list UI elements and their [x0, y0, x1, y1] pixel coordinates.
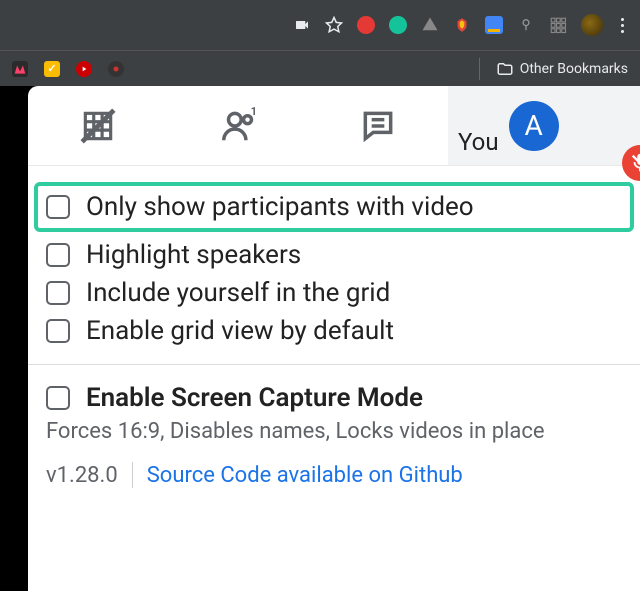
browser-toolbar [0, 0, 640, 50]
checkbox-highlight-speakers[interactable] [46, 243, 70, 267]
checkbox-only-video[interactable] [46, 195, 70, 219]
bookmark-item-2-icon[interactable]: ✓ [44, 61, 60, 77]
option-include-yourself-label: Include yourself in the grid [86, 278, 390, 308]
option-screen-capture-label: Enable Screen Capture Mode [86, 383, 423, 413]
screen-capture-desc: Forces 16:9, Disables names, Locks video… [46, 419, 622, 444]
option-highlight-speakers[interactable]: Highlight speakers [46, 236, 622, 274]
tab-chat[interactable] [308, 86, 448, 165]
extension-panel: 1 You A O [28, 86, 640, 591]
options-divider [28, 364, 640, 365]
source-code-link[interactable]: Source Code available on Github [147, 463, 463, 488]
bookmark-youtube-icon[interactable] [76, 61, 92, 77]
svg-text:1: 1 [251, 107, 257, 118]
tab-you[interactable]: You A [448, 86, 640, 165]
version-label: v1.28.0 [46, 463, 118, 488]
ext-icon-6[interactable] [485, 16, 503, 34]
checkbox-include-yourself[interactable] [46, 281, 70, 305]
camera-icon[interactable] [293, 16, 311, 34]
tab-participants[interactable]: 1 [168, 86, 308, 165]
bookmark-myntra-icon[interactable] [12, 61, 28, 77]
checkbox-enable-default[interactable] [46, 319, 70, 343]
option-highlight-speakers-label: Highlight speakers [86, 240, 301, 270]
option-only-video-label: Only show participants with video [86, 192, 474, 222]
footer-divider [132, 462, 133, 488]
avatar: A [509, 101, 559, 151]
tab-bar: 1 You A [28, 86, 640, 166]
bookmark-bar: ✓ Other Bookmarks [0, 50, 640, 86]
avatar-letter: A [524, 109, 542, 142]
you-label: You [458, 128, 499, 156]
adblock-icon[interactable] [357, 16, 375, 34]
checkbox-screen-capture[interactable] [46, 386, 70, 410]
profile-avatar-icon[interactable] [581, 14, 603, 36]
grid-icon[interactable] [549, 16, 567, 34]
other-bookmarks-label: Other Bookmarks [520, 61, 628, 77]
option-enable-default[interactable]: Enable grid view by default [46, 312, 622, 350]
tab-grid-off[interactable] [28, 86, 168, 165]
grammarly-icon[interactable] [389, 16, 407, 34]
ext-icon-7[interactable] [517, 16, 535, 34]
bookmark-divider [479, 58, 480, 80]
panel-footer: v1.28.0 Source Code available on Github [46, 462, 622, 488]
option-only-video[interactable]: Only show participants with video [34, 182, 634, 232]
other-bookmarks-button[interactable]: Other Bookmarks [496, 60, 628, 78]
star-icon[interactable] [325, 16, 343, 34]
option-enable-default-label: Enable grid view by default [86, 316, 394, 346]
drive-icon[interactable] [421, 16, 439, 34]
ext-icon-5[interactable] [453, 16, 471, 34]
browser-menu-icon[interactable] [617, 18, 628, 33]
option-screen-capture[interactable]: Enable Screen Capture Mode [46, 379, 622, 417]
bookmark-item-4-icon[interactable] [108, 61, 124, 77]
option-include-yourself[interactable]: Include yourself in the grid [46, 274, 622, 312]
options-section: Only show participants with video Highli… [28, 166, 640, 488]
